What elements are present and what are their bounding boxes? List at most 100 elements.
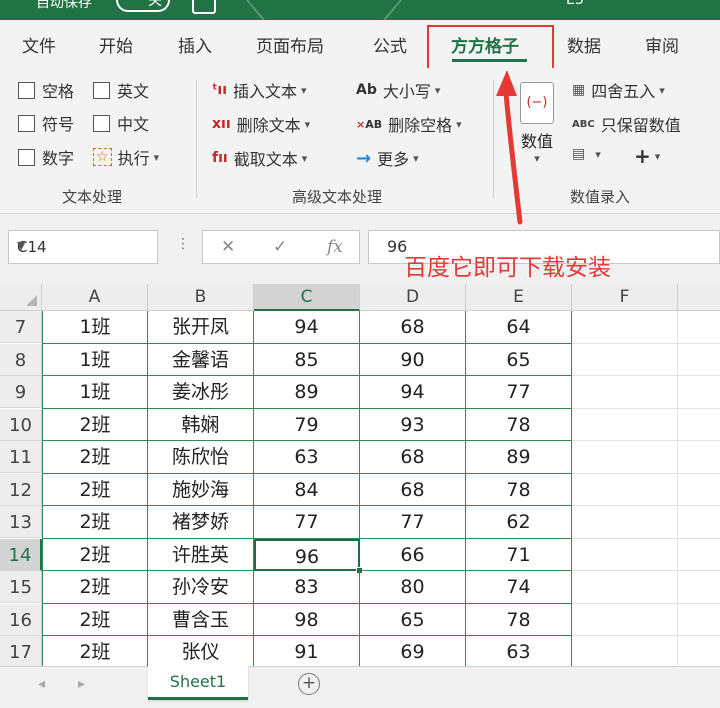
execute-button[interactable]: ☆ 执行 ▾ bbox=[93, 145, 159, 169]
keep-value-button[interactable]: ABC 只保留数值 bbox=[572, 112, 681, 136]
cell[interactable]: 金馨语 bbox=[148, 343, 254, 376]
cell[interactable]: 77 bbox=[466, 376, 572, 409]
row-header[interactable]: 12 bbox=[0, 473, 42, 506]
cell[interactable]: 曹含玉 bbox=[148, 603, 254, 636]
cell[interactable] bbox=[572, 343, 678, 376]
column-header-a[interactable]: A bbox=[42, 284, 148, 311]
cell[interactable] bbox=[572, 473, 678, 506]
cell[interactable]: 2班 bbox=[42, 408, 148, 441]
cell[interactable]: 78 bbox=[466, 603, 572, 636]
tab-home[interactable]: 开始 bbox=[99, 32, 133, 57]
cell[interactable]: 韩娴 bbox=[148, 408, 254, 441]
row-header[interactable]: 16 bbox=[0, 603, 42, 636]
row-header[interactable]: 9 bbox=[0, 376, 42, 408]
cell[interactable]: 63 bbox=[254, 441, 360, 474]
delete-space-button[interactable]: ×AB 删除空格 ▾ bbox=[356, 112, 462, 136]
cell[interactable]: 64 bbox=[466, 311, 572, 344]
save-icon[interactable] bbox=[192, 0, 216, 14]
cell[interactable]: 2班 bbox=[42, 538, 148, 571]
tab-page-layout[interactable]: 页面布局 bbox=[256, 32, 324, 57]
row-header[interactable]: 11 bbox=[0, 441, 42, 473]
cell[interactable] bbox=[678, 376, 720, 409]
row-header[interactable]: 7 bbox=[0, 311, 42, 343]
tab-formulas[interactable]: 公式 bbox=[373, 32, 407, 57]
cell[interactable]: 69 bbox=[360, 636, 466, 666]
cell[interactable]: 1班 bbox=[42, 311, 148, 344]
cell[interactable]: 陈欣怡 bbox=[148, 441, 254, 474]
checkbox-chinese[interactable]: 中文 bbox=[93, 111, 149, 135]
cell[interactable]: 2班 bbox=[42, 506, 148, 539]
cell[interactable]: 褚梦娇 bbox=[148, 506, 254, 539]
cell[interactable]: 68 bbox=[360, 311, 466, 344]
add-sheet-icon[interactable]: + bbox=[298, 673, 320, 695]
cell[interactable] bbox=[678, 311, 720, 344]
cell[interactable]: 66 bbox=[360, 538, 466, 571]
cell[interactable] bbox=[572, 571, 678, 604]
cell[interactable]: 2班 bbox=[42, 636, 148, 666]
tab-review[interactable]: 审阅 bbox=[645, 32, 679, 57]
cell[interactable]: 74 bbox=[466, 571, 572, 604]
cell[interactable]: 94 bbox=[360, 376, 466, 409]
cell[interactable]: 94 bbox=[254, 311, 360, 344]
sheet-prev-icon[interactable]: ◂ bbox=[38, 676, 45, 692]
cell[interactable] bbox=[572, 311, 678, 344]
cell[interactable]: 62 bbox=[466, 506, 572, 539]
cell[interactable]: 63 bbox=[466, 636, 572, 666]
cell[interactable]: 83 bbox=[254, 571, 360, 604]
confirm-icon[interactable]: ✓ bbox=[273, 237, 287, 257]
cell[interactable]: 80 bbox=[360, 571, 466, 604]
cell[interactable]: 78 bbox=[466, 408, 572, 441]
cell[interactable]: 1班 bbox=[42, 343, 148, 376]
cell[interactable] bbox=[572, 408, 678, 441]
cell[interactable]: 2班 bbox=[42, 571, 148, 604]
cell[interactable]: 张开凤 bbox=[148, 311, 254, 344]
sheet-next-icon[interactable]: ▸ bbox=[78, 676, 85, 692]
cell[interactable] bbox=[678, 474, 720, 506]
delete-text-button[interactable]: xıı 删除文本 ▾ bbox=[212, 112, 310, 136]
cell[interactable] bbox=[678, 539, 720, 571]
checkbox-box[interactable] bbox=[93, 81, 110, 99]
cell[interactable] bbox=[678, 571, 720, 604]
cell[interactable]: 2班 bbox=[42, 603, 148, 636]
cell[interactable] bbox=[678, 636, 720, 666]
row-header[interactable]: 14 bbox=[0, 538, 42, 571]
tab-file[interactable]: 文件 bbox=[22, 32, 56, 57]
cell[interactable]: 89 bbox=[254, 376, 360, 409]
cell[interactable]: 1班 bbox=[42, 376, 148, 409]
round-button[interactable]: ▦ 四舍五入 ▾ bbox=[572, 78, 665, 102]
value-button[interactable]: (−) 数值 ▾ bbox=[512, 82, 562, 177]
checkbox-english[interactable]: 英文 bbox=[93, 78, 149, 102]
checkbox-box[interactable] bbox=[18, 148, 35, 166]
row-header[interactable]: 15 bbox=[0, 571, 42, 603]
select-all-corner[interactable] bbox=[0, 284, 42, 311]
edit-dropdown-button[interactable]: ▤ ▾ bbox=[572, 146, 601, 162]
cell[interactable]: 91 bbox=[254, 636, 360, 666]
chevron-down-icon[interactable]: ▼ bbox=[17, 239, 151, 252]
cell[interactable] bbox=[678, 409, 720, 441]
cell[interactable]: 84 bbox=[254, 473, 360, 506]
cell[interactable]: 79 bbox=[254, 408, 360, 441]
cell[interactable]: 姜冰彤 bbox=[148, 376, 254, 409]
cell[interactable]: 65 bbox=[466, 343, 572, 376]
cell[interactable] bbox=[678, 604, 720, 636]
cell[interactable] bbox=[572, 636, 678, 666]
cell[interactable]: 65 bbox=[360, 603, 466, 636]
cell[interactable]: 90 bbox=[360, 343, 466, 376]
drag-handle-icon[interactable]: ⋮ bbox=[176, 236, 190, 252]
insert-function-icon[interactable]: fx bbox=[327, 237, 343, 257]
cell[interactable] bbox=[678, 441, 720, 474]
tab-data[interactable]: 数据 bbox=[567, 32, 601, 57]
checkbox-number[interactable]: 数字 bbox=[18, 145, 74, 169]
cell[interactable]: 68 bbox=[360, 473, 466, 506]
cell[interactable] bbox=[572, 376, 678, 409]
cell[interactable] bbox=[572, 441, 678, 474]
column-header-b[interactable]: B bbox=[148, 284, 254, 311]
extract-text-button[interactable]: fıı 截取文本 ▾ bbox=[212, 146, 307, 170]
cell[interactable]: 施妙海 bbox=[148, 473, 254, 506]
column-header-c[interactable]: C bbox=[254, 284, 360, 311]
cell[interactable]: 77 bbox=[254, 506, 360, 539]
column-header-f[interactable]: F bbox=[572, 284, 678, 311]
cell[interactable] bbox=[678, 506, 720, 539]
tab-insert[interactable]: 插入 bbox=[178, 32, 212, 57]
row-header[interactable]: 17 bbox=[0, 636, 42, 666]
